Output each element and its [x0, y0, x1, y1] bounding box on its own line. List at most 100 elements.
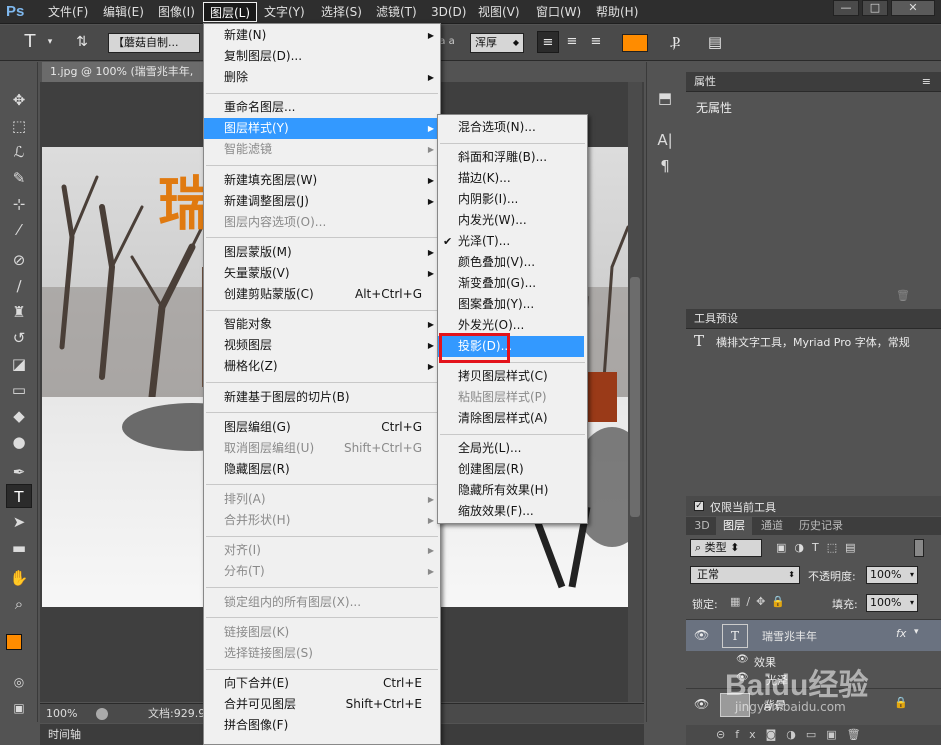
- restore-button[interactable]: □: [862, 0, 888, 16]
- minimize-button[interactable]: —: [833, 0, 859, 16]
- font-family-field[interactable]: 【蘑菇自制...: [108, 33, 200, 53]
- layers-tab-2[interactable]: 通道: [754, 517, 790, 535]
- panel-menu-icon[interactable]: ≡: [922, 72, 931, 92]
- delete-icon[interactable]: 🗑: [896, 289, 910, 302]
- layer-menu-item-5[interactable]: 图层样式(Y) ▶: [204, 118, 440, 140]
- quick-mask-icon[interactable]: ◎: [6, 670, 32, 694]
- menu-0[interactable]: 文件(F): [42, 2, 94, 22]
- layers-tab-1[interactable]: 图层: [716, 517, 752, 535]
- expand-effects-icon[interactable]: ▾: [914, 627, 919, 637]
- menu-5[interactable]: 选择(S): [315, 2, 368, 22]
- layer-menu-item-20[interactable]: 新建基于图层的切片(B): [204, 387, 440, 408]
- background-eye-icon[interactable]: 👁: [694, 697, 709, 711]
- quick-select-tool-icon[interactable]: ✎: [6, 166, 32, 190]
- style-menu-item-7[interactable]: 颜色叠加(V)...: [438, 252, 587, 273]
- layer-menu-item-1[interactable]: 复制图层(D)...: [204, 46, 440, 67]
- eraser-tool-icon[interactable]: ◪: [6, 352, 32, 376]
- status-menu-icon[interactable]: [96, 708, 108, 720]
- menu-7[interactable]: 3D(D): [425, 2, 472, 22]
- align-center-icon[interactable]: ≡: [561, 31, 583, 53]
- menu-3[interactable]: 图层(L): [203, 2, 258, 22]
- lock-icons[interactable]: ▦∕✥🔒: [730, 595, 791, 608]
- layers-tab-0[interactable]: 3D: [690, 517, 714, 535]
- style-menu-item-20[interactable]: 缩放效果(F)...: [438, 501, 587, 522]
- toggle-orientation-icon[interactable]: ⇅: [70, 31, 94, 53]
- close-button[interactable]: ✕: [891, 0, 935, 16]
- character-panel-icon[interactable]: ▤: [704, 31, 726, 53]
- layer-menu-item-0[interactable]: 新建(N) ▶: [204, 25, 440, 46]
- layer-effects-row[interactable]: 👁 效果: [686, 652, 941, 670]
- zoom-tool-icon[interactable]: ⌕: [6, 592, 32, 616]
- tool-preset-item[interactable]: T 横排文字工具，Myriad Pro 字体，常规: [686, 330, 941, 352]
- style-menu-item-9[interactable]: 图案叠加(Y)...: [438, 294, 587, 315]
- effects-eye-icon[interactable]: 👁: [736, 654, 749, 665]
- layer-filter-select[interactable]: ⌕ 类型 ⬍: [690, 539, 762, 557]
- style-menu-item-0[interactable]: 混合选项(N)...: [438, 117, 587, 138]
- align-right-icon[interactable]: ≡: [585, 31, 607, 53]
- layer-menu-item-12[interactable]: 图层蒙版(M) ▶: [204, 242, 440, 263]
- style-menu-item-18[interactable]: 创建图层(R): [438, 459, 587, 480]
- layer-menu-item-9[interactable]: 新建调整图层(J) ▶: [204, 191, 440, 212]
- paragraph-icon[interactable]: ¶: [652, 154, 678, 178]
- brush-tool-icon[interactable]: ∕: [6, 274, 32, 298]
- layer-row-background[interactable]: 👁 背景 🔒: [686, 688, 941, 720]
- layer-menu-item-4[interactable]: 重命名图层...: [204, 97, 440, 118]
- background-layer-name[interactable]: 背景: [762, 697, 784, 713]
- style-menu-item-17[interactable]: 全局光(L)...: [438, 438, 587, 459]
- opacity-field[interactable]: 100% ▾: [866, 566, 918, 584]
- healing-brush-tool-icon[interactable]: ⊘: [6, 248, 32, 272]
- layer-effect-satin-row[interactable]: 👁 光泽: [686, 670, 941, 688]
- layer-menu-item-13[interactable]: 矢量蒙版(V) ▶: [204, 263, 440, 284]
- rectangle-tool-icon[interactable]: ▬: [6, 536, 32, 560]
- layer-filter-icons[interactable]: ▣◑T⬚▤: [776, 541, 864, 554]
- vertical-scrollbar[interactable]: [628, 82, 642, 702]
- fx-icon[interactable]: fx: [896, 627, 906, 640]
- scrollbar-thumb[interactable]: [630, 277, 640, 517]
- style-menu-item-4[interactable]: 内阴影(I)...: [438, 189, 587, 210]
- layer-menu-item-24[interactable]: 隐藏图层(R): [204, 459, 440, 480]
- menu-1[interactable]: 编辑(E): [97, 2, 150, 22]
- menu-4[interactable]: 文字(Y): [258, 2, 311, 22]
- text-tool-preset-icon[interactable]: T: [18, 31, 42, 53]
- preset-dropdown-icon[interactable]: ▾: [44, 31, 56, 53]
- path-selection-tool-icon[interactable]: ➤: [6, 510, 32, 534]
- lasso-tool-icon[interactable]: ℒ: [6, 140, 32, 164]
- marquee-tool-icon[interactable]: ⬚: [6, 114, 32, 138]
- tool-presets-icon[interactable]: ⬒: [652, 86, 678, 110]
- fill-field[interactable]: 100% ▾: [866, 594, 918, 612]
- menu-9[interactable]: 窗口(W): [530, 2, 587, 22]
- style-menu-item-13[interactable]: 拷贝图层样式(C): [438, 366, 587, 387]
- hand-tool-icon[interactable]: ✋: [6, 566, 32, 590]
- menu-10[interactable]: 帮助(H): [590, 2, 644, 22]
- layer-name[interactable]: 瑞雪兆丰年: [762, 628, 817, 644]
- layer-menu-item-17[interactable]: 视频图层 ▶: [204, 335, 440, 356]
- foreground-color-swatch[interactable]: [6, 634, 22, 650]
- style-menu-item-8[interactable]: 渐变叠加(G)...: [438, 273, 587, 294]
- style-menu-item-15[interactable]: 清除图层样式(A): [438, 408, 587, 429]
- layer-row-text[interactable]: 👁 T 瑞雪兆丰年 fx ▾: [686, 619, 941, 651]
- gradient-tool-icon[interactable]: ▭: [6, 378, 32, 402]
- move-tool-icon[interactable]: ✥: [6, 88, 32, 112]
- history-brush-tool-icon[interactable]: ↺: [6, 326, 32, 350]
- layer-menu-item-8[interactable]: 新建填充图层(W) ▶: [204, 170, 440, 191]
- character-icon[interactable]: A|: [652, 128, 678, 152]
- blend-mode-select[interactable]: 正常 ⬍: [690, 566, 800, 584]
- screen-mode-icon[interactable]: ▣: [6, 696, 32, 720]
- layer-menu-item-37[interactable]: 向下合并(E) Ctrl+E: [204, 673, 440, 694]
- style-menu-item-19[interactable]: 隐藏所有效果(H): [438, 480, 587, 501]
- text-color-swatch[interactable]: [622, 34, 648, 52]
- current-tool-checkbox[interactable]: ✓: [694, 501, 704, 511]
- clone-stamp-tool-icon[interactable]: ♜: [6, 300, 32, 324]
- pen-tool-icon[interactable]: ✒: [6, 460, 32, 484]
- style-menu-item-3[interactable]: 描边(K)...: [438, 168, 587, 189]
- blur-tool-icon[interactable]: ◆: [6, 404, 32, 428]
- warp-text-icon[interactable]: Ⳁ: [664, 31, 686, 53]
- style-menu-item-10[interactable]: 外发光(O)...: [438, 315, 587, 336]
- align-left-icon[interactable]: ≡: [537, 31, 559, 53]
- layer-menu-item-14[interactable]: 创建剪贴蒙版(C) Alt+Ctrl+G: [204, 284, 440, 305]
- layer-menu-item-16[interactable]: 智能对象 ▶: [204, 314, 440, 335]
- layer-menu-item-2[interactable]: 删除 ▶: [204, 67, 440, 88]
- layers-footer-icons[interactable]: ⊝fx◙◑▭▣🗑: [686, 725, 941, 745]
- zoom-level[interactable]: 100%: [46, 704, 77, 724]
- style-menu-item-11[interactable]: 投影(D)...: [438, 336, 584, 357]
